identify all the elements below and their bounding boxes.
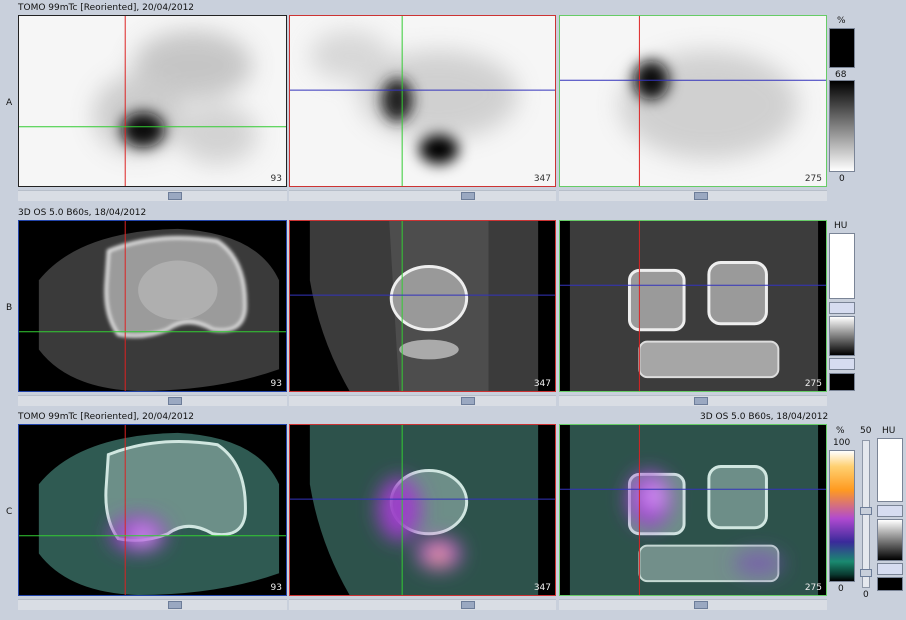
slice-number: 347 — [533, 379, 551, 389]
spect-transverse-view[interactable]: 93 — [18, 15, 287, 187]
blend-slider-value: 50 — [860, 426, 872, 436]
scroll-thumb[interactable] — [461, 397, 475, 405]
scrollbar[interactable] — [18, 599, 287, 610]
row-b-label: B — [6, 303, 13, 313]
ct-sagittal-view[interactable]: 347 — [289, 220, 556, 392]
slice-number: 275 — [804, 583, 822, 593]
slice-number: 275 — [804, 174, 822, 184]
scroll-thumb[interactable] — [694, 192, 708, 200]
hu-window-handle[interactable] — [829, 358, 855, 370]
slice-number: 275 — [804, 379, 822, 389]
slice-number: 93 — [270, 174, 282, 184]
fusion-color-bar[interactable] — [829, 450, 855, 582]
scale-unit: % — [836, 426, 845, 436]
row-a-label: A — [6, 98, 13, 108]
row-c-title-right: 3D OS 5.0 B60s, 18/04/2012 — [700, 412, 829, 422]
hu-gradient-bar[interactable] — [877, 519, 903, 561]
hu-window-handle[interactable] — [877, 563, 903, 575]
fusion-coronal-view[interactable]: 275 — [559, 424, 827, 596]
scrollbar[interactable] — [289, 599, 556, 610]
blend-slider[interactable] — [860, 440, 872, 588]
row-c-label: C — [6, 507, 13, 517]
row-c-title-left: TOMO 99mTc [Reoriented], 20/04/2012 — [18, 412, 195, 422]
scroll-thumb[interactable] — [461, 192, 475, 200]
scale-unit: HU — [882, 426, 896, 436]
ct-coronal-view[interactable]: 275 — [559, 220, 827, 392]
fusion-sagittal-view[interactable]: 347 — [289, 424, 556, 596]
scroll-thumb[interactable] — [694, 601, 708, 609]
row-a-title: TOMO 99mTc [Reoriented], 20/04/2012 — [18, 3, 195, 13]
scale-unit: % — [837, 16, 846, 26]
spect-coronal-view[interactable]: 275 — [559, 15, 827, 187]
ct-transverse-view[interactable]: 93 — [18, 220, 287, 392]
hu-white-bar — [877, 438, 903, 502]
scrollbar[interactable] — [18, 395, 287, 406]
hu-window-handle[interactable] — [829, 302, 855, 314]
blend-slider-thumb[interactable] — [860, 507, 872, 515]
row-b-title: 3D OS 5.0 B60s, 18/04/2012 — [18, 208, 147, 218]
hu-gradient-bar[interactable] — [829, 316, 855, 356]
slice-number: 347 — [533, 174, 551, 184]
hu-white-bar — [829, 233, 855, 299]
scroll-thumb[interactable] — [461, 601, 475, 609]
scrollbar[interactable] — [559, 599, 827, 610]
scroll-thumb[interactable] — [168, 192, 182, 200]
scale-max-value: 100 — [833, 438, 851, 448]
hu-black-bar — [829, 373, 855, 391]
scrollbar[interactable] — [559, 190, 827, 201]
scroll-thumb[interactable] — [168, 601, 182, 609]
scroll-thumb[interactable] — [168, 397, 182, 405]
slice-number: 93 — [270, 379, 282, 389]
scrollbar[interactable] — [289, 395, 556, 406]
hu-black-bar — [877, 577, 903, 591]
scrollbar[interactable] — [18, 190, 287, 201]
hu-window-handle[interactable] — [877, 505, 903, 517]
blend-slider-lower-thumb[interactable] — [860, 569, 872, 577]
scale-mid-value: 68 — [835, 70, 847, 80]
grayscale-bar-top — [829, 28, 855, 68]
scale-min-value: 0 — [839, 174, 845, 184]
scale-min-value: 0 — [838, 584, 844, 594]
slice-number: 347 — [533, 583, 551, 593]
grayscale-bar[interactable] — [829, 80, 855, 172]
slice-number: 93 — [270, 583, 282, 593]
scroll-thumb[interactable] — [694, 397, 708, 405]
scrollbar[interactable] — [289, 190, 556, 201]
fusion-transverse-view[interactable]: 93 — [18, 424, 287, 596]
scrollbar[interactable] — [559, 395, 827, 406]
scale-unit: HU — [834, 221, 848, 231]
spect-sagittal-view[interactable]: 347 — [289, 15, 556, 187]
blend-slider-min: 0 — [863, 590, 869, 600]
